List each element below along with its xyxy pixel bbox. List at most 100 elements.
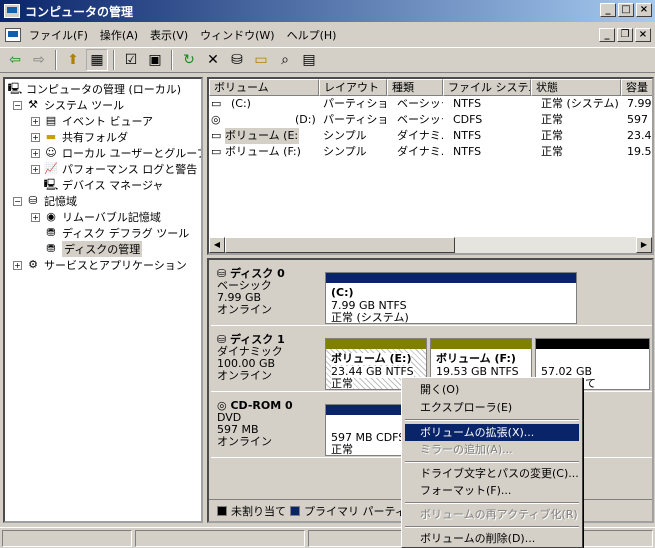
disk-label[interactable]: ⛁ ディスク 0 ベーシック 7.99 GB オンライン [211, 264, 321, 326]
close-button[interactable]: × [636, 3, 652, 17]
type-cell: ベーシック [397, 97, 443, 110]
defrag-icon: ⛃ [46, 226, 56, 239]
mdi-restore-button[interactable]: ❐ [617, 28, 633, 42]
layout-cell: シンプル [323, 145, 367, 158]
column-header-layout[interactable]: レイアウト [319, 79, 387, 96]
tree-defrag[interactable]: ⛃ ディスク デフラグ ツール [43, 225, 189, 241]
collapse-icon[interactable]: − [13, 196, 22, 206]
menu-item-extend-volume[interactable]: ボリュームの拡張(X)... [405, 424, 579, 441]
disk-row: ⛁ ディスク 0 ベーシック 7.99 GB オンライン (C:) 7.99 G… [211, 264, 652, 326]
menu-window[interactable]: ウィンドウ(W) [194, 25, 280, 45]
window-title: コンピュータの管理 [25, 4, 134, 19]
tree-shared-folders[interactable]: + ▬ 共有フォルダ [31, 129, 128, 145]
minimize-button[interactable]: _ [600, 3, 616, 17]
mdi-close-button[interactable]: × [635, 28, 651, 42]
check-disk-icon[interactable]: ⛁ [226, 49, 248, 71]
menu-item-add-mirror[interactable]: ミラーの追加(A)... [405, 441, 579, 458]
refresh-icon[interactable]: ↻ [178, 49, 200, 71]
partition-c[interactable]: (C:) 7.99 GB NTFS 正常 (システム) [325, 272, 577, 324]
layout-cell: パーティション [323, 113, 387, 126]
column-header-filesystem[interactable]: ファイル システム [443, 79, 531, 96]
menu-action[interactable]: 操作(A) [94, 25, 144, 45]
menu-file[interactable]: ファイル(F) [23, 25, 94, 45]
tools-icon: ⚒ [28, 98, 38, 111]
expand-icon[interactable]: + [31, 132, 40, 142]
tree-removable-storage[interactable]: + ◉ リムーバブル記憶域 [31, 209, 161, 225]
back-icon[interactable]: ⇦ [4, 49, 26, 71]
menu-item-reactivate[interactable]: ボリュームの再アクティブ化(R) [405, 506, 579, 523]
column-header-type[interactable]: 種類 [387, 79, 443, 96]
capacity-cell: 23.44 [627, 129, 652, 142]
services-icon: ⚙ [28, 258, 38, 271]
title-bar: コンピュータの管理 _ □ × [0, 0, 655, 22]
tree-root[interactable]: 🖳 コンピュータの管理 (ローカル) [7, 81, 181, 97]
help-icon[interactable]: ▣ [144, 49, 166, 71]
scroll-thumb[interactable] [225, 237, 455, 253]
expand-icon[interactable]: + [31, 164, 40, 174]
disk-management-icon: ⛃ [46, 242, 56, 255]
delete-icon[interactable]: ✕ [202, 49, 224, 71]
disk-label[interactable]: ⛁ ディスク 1 ダイナミック 100.00 GB オンライン [211, 330, 321, 392]
forward-icon[interactable]: ⇨ [28, 49, 50, 71]
volume-cell: (D:) [295, 113, 316, 126]
primary-partition-bar [326, 273, 576, 283]
column-header-capacity[interactable]: 容量 [621, 79, 652, 96]
expand-icon[interactable]: + [13, 260, 22, 270]
menu-item-delete-volume[interactable]: ボリュームの削除(D)... [405, 530, 579, 547]
type-cell: ダイナミ... [397, 129, 443, 142]
tree-device-manager[interactable]: 🖳 デバイス マネージャ [43, 177, 164, 193]
scroll-right-icon[interactable]: ▶ [636, 237, 652, 253]
show-tree-icon[interactable]: ▦ [86, 49, 108, 71]
up-folder-icon[interactable]: ⬆ [62, 49, 84, 71]
volume-cell: (C:) [231, 97, 251, 110]
menu-item-change-drive-letter[interactable]: ドライブ文字とパスの変更(C)... [405, 465, 579, 482]
drive-icon: ▭ [211, 129, 222, 142]
menu-item-explore[interactable]: エクスプローラ(E) [405, 399, 579, 416]
open-folder-icon[interactable]: ▭ [250, 49, 272, 71]
menu-item-open[interactable]: 開く(O) [405, 381, 579, 398]
horizontal-scrollbar[interactable]: ◀ ▶ [209, 237, 652, 253]
status-cell [135, 530, 305, 547]
filesystem-cell: NTFS [453, 145, 482, 158]
tree-disk-management[interactable]: ⛃ ディスクの管理 [43, 241, 143, 257]
layout-cell: パーティション [323, 97, 387, 110]
menu-view[interactable]: 表示(V) [144, 25, 194, 45]
collapse-icon[interactable]: − [13, 100, 22, 110]
simple-volume-bar [431, 339, 531, 349]
volume-cell: ボリューム (F:) [225, 145, 301, 158]
status-cell: 正常 [541, 113, 563, 126]
tree-event-viewer[interactable]: + ▤ イベント ビューア [31, 113, 153, 129]
tree-perf-logs[interactable]: + 📈 パフォーマンス ログと警告 [31, 161, 197, 177]
volume-list: ボリューム レイアウト 種類 ファイル システム 状態 容量 ▭ (C:) パー… [207, 77, 654, 255]
app-icon [4, 4, 20, 18]
context-menu: 開く(O) エクスプローラ(E) ボリュームの拡張(X)... ミラーの追加(A… [401, 377, 583, 548]
format-icon[interactable]: ▤ [298, 49, 320, 71]
filesystem-cell: NTFS [453, 97, 482, 110]
mdi-minimize-button[interactable]: _ [599, 28, 615, 42]
scroll-left-icon[interactable]: ◀ [209, 237, 225, 253]
column-header-status[interactable]: 状態 [531, 79, 621, 96]
expand-icon[interactable]: + [31, 212, 40, 222]
drive-icon: ▭ [211, 145, 222, 158]
capacity-cell: 7.99 [627, 97, 652, 110]
mdi-icon[interactable] [5, 28, 21, 42]
maximize-button[interactable]: □ [618, 3, 634, 17]
expand-icon[interactable]: + [31, 148, 40, 158]
menu-bar: ファイル(F) 操作(A) 表示(V) ウィンドウ(W) ヘルプ(H) _ ❐ … [0, 24, 655, 46]
disk-label[interactable]: ◎ CD-ROM 0 DVD 597 MB オンライン [211, 396, 321, 458]
expand-icon[interactable]: + [31, 116, 40, 126]
volume-cell: ボリューム (E:) [225, 128, 299, 144]
properties-icon[interactable]: ☑ [120, 49, 142, 71]
tree-services[interactable]: + ⚙ サービスとアプリケーション [13, 257, 187, 273]
menu-item-format[interactable]: フォーマット(F)... [405, 482, 579, 499]
device-manager-icon: 🖳 [43, 178, 59, 191]
tree-local-users[interactable]: + ☺ ローカル ユーザーとグループ [31, 145, 201, 161]
search-icon[interactable]: ⌕ [274, 49, 296, 71]
storage-icon: ⛁ [28, 194, 38, 207]
tree-system-tools[interactable]: − ⚒ システム ツール [13, 97, 124, 113]
cd-drive-icon: ◎ [211, 113, 221, 126]
menu-help[interactable]: ヘルプ(H) [281, 25, 343, 45]
menu-separator [405, 419, 579, 421]
column-header-volume[interactable]: ボリューム [209, 79, 319, 96]
tree-storage[interactable]: − ⛁ 記憶域 [13, 193, 77, 209]
